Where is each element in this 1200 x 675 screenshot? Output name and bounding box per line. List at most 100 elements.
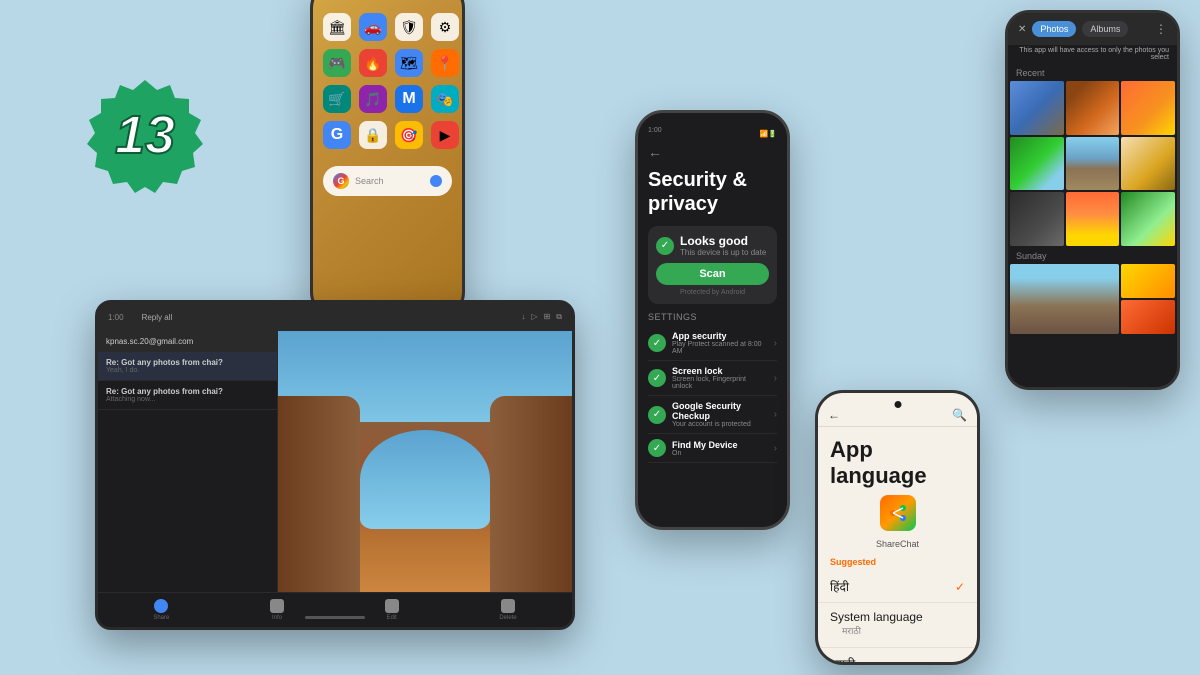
google-logo: G xyxy=(333,173,349,189)
tab-edit[interactable]: Edit xyxy=(385,599,399,621)
screen-lock-title: Screen lock xyxy=(672,366,768,376)
photo-thumb-3[interactable] xyxy=(1121,81,1175,135)
app-icon-maps2[interactable]: 🗺 xyxy=(395,49,423,77)
email-item-selected[interactable]: Re: Got any photos from chai? Yeah, I do… xyxy=(98,352,277,381)
tablet-icon-2[interactable]: ▷ xyxy=(531,312,537,322)
photo-thumb-7[interactable] xyxy=(1010,192,1064,246)
back-button[interactable]: ← xyxy=(648,144,777,160)
sharechat-label: ShareChat xyxy=(818,539,977,549)
app-icon-security[interactable]: 🛡 xyxy=(395,13,423,41)
app-icon-location[interactable]: 📍 xyxy=(431,49,459,77)
app-icon-game[interactable]: 🎮 xyxy=(323,49,351,77)
phone-security: 1:00 📶🔋 ← Security & privacy ✓ Looks goo… xyxy=(635,110,790,530)
photo-thumb-1[interactable] xyxy=(1010,81,1064,135)
email-subject: Re: Got any photos from chai? xyxy=(106,358,269,367)
find-my-device-item[interactable]: ✓ Find My Device On › xyxy=(648,434,777,463)
tab-share[interactable]: Share xyxy=(153,599,169,621)
google-checkup-sub: Your account is protected xyxy=(672,421,768,428)
photo-thumb-4[interactable] xyxy=(1010,137,1064,191)
google-search-bar[interactable]: G Search xyxy=(323,166,452,196)
app-icon-youtube[interactable]: ▶ xyxy=(431,121,459,149)
tab-info[interactable]: Info xyxy=(270,599,284,621)
lang-item-hindi[interactable]: हिंदी ✓ xyxy=(818,571,977,603)
app-icon-target[interactable]: 🎯 xyxy=(395,121,423,149)
lang-hindi-check: ✓ xyxy=(955,580,965,594)
screen-lock-sub: Screen lock, Fingerprint unlock xyxy=(672,376,768,390)
more-options[interactable]: ⋮ xyxy=(1155,22,1167,36)
email-item-2[interactable]: Re: Got any photos from chai? Attaching … xyxy=(98,381,277,410)
google-checkup-icon: ✓ xyxy=(648,406,666,424)
lang-marathi: मराठी xyxy=(830,655,855,662)
app-icon-music[interactable]: 🎵 xyxy=(359,85,387,113)
tablet-icon-3[interactable]: ⊞ xyxy=(544,312,551,322)
photo-thumb-6[interactable] xyxy=(1121,137,1175,191)
app-security-item[interactable]: ✓ App security Play Protect scanned at 8… xyxy=(648,326,777,361)
photo-big-sunday[interactable] xyxy=(1010,264,1119,334)
lang-back-button[interactable]: ← xyxy=(828,408,840,422)
lang-item-system[interactable]: System language मराठी xyxy=(818,603,977,648)
app-icon-google[interactable]: G xyxy=(323,121,351,149)
sharechat-icon xyxy=(880,495,916,531)
photo-grid-recent xyxy=(1008,81,1177,246)
albums-tab[interactable]: Albums xyxy=(1082,21,1128,37)
tablet-top-bar: 1:00 Reply all ↓ ▷ ⊞ ⧉ xyxy=(98,303,572,331)
photo-thumb-2[interactable] xyxy=(1066,81,1120,135)
security-title: Security & privacy xyxy=(648,168,777,216)
mic-icon[interactable] xyxy=(430,175,442,187)
google-checkup-item[interactable]: ✓ Google Security Checkup Your account i… xyxy=(648,396,777,434)
tablet: 1:00 Reply all ↓ ▷ ⊞ ⧉ kpnas.sc.20@gmail… xyxy=(95,300,575,630)
photo-thumb-8[interactable] xyxy=(1066,192,1120,246)
screen-lock-icon: ✓ xyxy=(648,369,666,387)
tab-delete[interactable]: Delete xyxy=(499,599,516,621)
lang-hindi: हिंदी xyxy=(830,578,849,595)
screen-lock-chevron: › xyxy=(774,373,777,384)
app-icon-gmail[interactable]: M xyxy=(395,85,423,113)
photo-thumb-9[interactable] xyxy=(1121,192,1175,246)
lang-search-button[interactable]: 🔍 xyxy=(952,408,967,422)
app-icon-lock[interactable]: 🔒 xyxy=(359,121,387,149)
photo-small-2[interactable] xyxy=(1121,300,1175,334)
email-from: kpnas.sc.20@gmail.com xyxy=(106,337,193,346)
tablet-time: 1:00 xyxy=(108,313,124,322)
recent-label: Recent xyxy=(1008,63,1177,81)
status-icons: 📶🔋 xyxy=(760,130,777,138)
status-time: 1:00 xyxy=(648,127,662,134)
scan-button[interactable]: Scan xyxy=(656,263,769,285)
screen-lock-item[interactable]: ✓ Screen lock Screen lock, Fingerprint u… xyxy=(648,361,777,396)
app-security-chevron: › xyxy=(774,338,777,349)
android-badge: 13 xyxy=(85,75,205,200)
find-my-device-icon: ✓ xyxy=(648,439,666,457)
email-preview-2: Attaching now... xyxy=(106,396,269,403)
app-icon-settings[interactable]: ⚙ xyxy=(431,13,459,41)
email-message: Yeah, I do. xyxy=(106,367,269,374)
app-icon-maps[interactable]: 🏛 xyxy=(323,13,351,41)
lang-system-sub: मराठी xyxy=(830,624,873,640)
google-checkup-title: Google Security Checkup xyxy=(672,401,768,421)
close-button[interactable]: ✕ xyxy=(1018,24,1026,35)
app-icon-shop[interactable]: 🛒 xyxy=(323,85,351,113)
up-to-date-text: This device is up to date xyxy=(680,248,766,257)
sunday-label: Sunday xyxy=(1008,246,1177,264)
app-icon-drive[interactable]: 🚗 xyxy=(359,13,387,41)
protected-by-text: Protected by Android xyxy=(656,289,769,296)
phone-app-language: ← 🔍 App language ShareChat Sugges xyxy=(815,390,980,665)
photo-small-1[interactable] xyxy=(1121,264,1175,298)
app-icon-fire[interactable]: 🔥 xyxy=(359,49,387,77)
tablet-icon-4[interactable]: ⧉ xyxy=(556,312,562,322)
photo-thumb-5[interactable] xyxy=(1066,137,1120,191)
photo-panel xyxy=(278,331,572,592)
find-my-device-title: Find My Device xyxy=(672,440,768,450)
photos-tab[interactable]: Photos xyxy=(1032,21,1076,37)
tablet-icon-1[interactable]: ↓ xyxy=(521,312,525,322)
lang-item-marathi[interactable]: मराठी xyxy=(818,648,977,662)
app-language-title: App language xyxy=(818,427,977,495)
tablet-reply-all[interactable]: Reply all xyxy=(142,313,173,322)
photo-grid-sunday xyxy=(1008,264,1177,334)
find-my-device-sub: On xyxy=(672,450,768,457)
looks-good-text: Looks good xyxy=(680,234,766,248)
app-security-icon: ✓ xyxy=(648,334,666,352)
google-checkup-chevron: › xyxy=(774,409,777,420)
looks-good-card: ✓ Looks good This device is up to date S… xyxy=(648,226,777,304)
app-icon-theater[interactable]: 🎭 xyxy=(431,85,459,113)
photos-top-bar: ✕ Photos Albums ⋮ xyxy=(1008,13,1177,45)
